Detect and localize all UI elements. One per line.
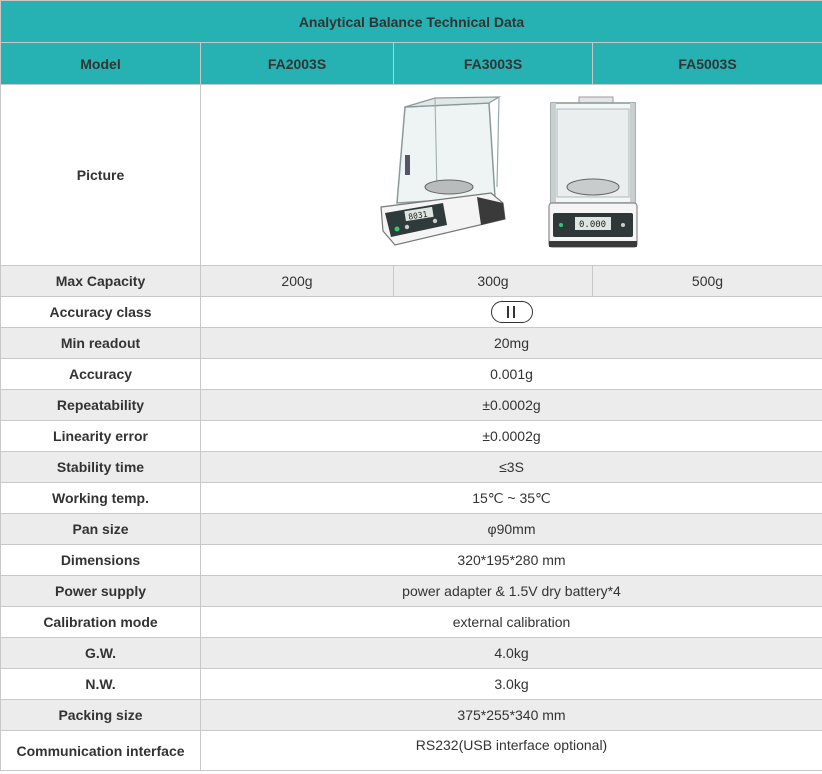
- dimensions-label: Dimensions: [0, 544, 201, 576]
- min-readout-value: 20mg: [199, 327, 822, 359]
- row-accuracy-class: Accuracy class: [0, 296, 822, 328]
- model-fa2003s: FA2003S: [200, 42, 394, 85]
- repeatability-value: ±0.0002g: [199, 389, 822, 421]
- calibration-label: Calibration mode: [0, 606, 201, 638]
- row-pan-size: Pan size φ90mm: [0, 513, 822, 545]
- row-packing-size: Packing size 375*255*340 mm: [0, 699, 822, 731]
- power-supply-value: power adapter & 1.5V dry battery*4: [199, 575, 822, 607]
- gw-label: G.W.: [0, 637, 201, 669]
- packing-size-value: 375*255*340 mm: [199, 699, 822, 731]
- balance-image-left: 8031: [379, 96, 506, 246]
- row-accuracy: Accuracy 0.001g: [0, 358, 822, 390]
- max-capacity-fa5003s: 500g: [591, 265, 822, 297]
- accuracy-value: 0.001g: [199, 358, 822, 390]
- header-row: Model FA2003S FA3003S FA5003S: [0, 42, 822, 85]
- linearity-value: ±0.0002g: [199, 420, 822, 452]
- accuracy-class-label: Accuracy class: [0, 296, 201, 328]
- row-nw: N.W. 3.0kg: [0, 668, 822, 700]
- class-II-icon: [490, 301, 533, 323]
- max-capacity-label: Max Capacity: [0, 265, 201, 297]
- accuracy-class-value: [199, 296, 822, 328]
- svg-text:0.000: 0.000: [579, 220, 606, 230]
- stability-value: ≤3S: [199, 451, 822, 483]
- spec-table: Analytical Balance Technical Data Model …: [0, 0, 822, 771]
- repeatability-label: Repeatability: [0, 389, 201, 421]
- title-row: Analytical Balance Technical Data: [0, 0, 822, 43]
- linearity-label: Linearity error: [0, 420, 201, 452]
- nw-label: N.W.: [0, 668, 201, 700]
- dimensions-value: 320*195*280 mm: [199, 544, 822, 576]
- gw-value: 4.0kg: [199, 637, 822, 669]
- communication-value: RS232(USB interface optional): [199, 730, 822, 771]
- model-fa5003s: FA5003S: [591, 42, 822, 85]
- row-max-capacity: Max Capacity 200g 300g 500g: [0, 265, 822, 297]
- row-power-supply: Power supply power adapter & 1.5V dry ba…: [0, 575, 822, 607]
- table-title: Analytical Balance Technical Data: [0, 0, 822, 43]
- row-linearity: Linearity error ±0.0002g: [0, 420, 822, 452]
- calibration-value: external calibration: [199, 606, 822, 638]
- model-header: Model: [0, 42, 201, 85]
- pan-size-value: φ90mm: [199, 513, 822, 545]
- picture-row: Picture 8031 0.000: [0, 84, 822, 266]
- picture-label: Picture: [0, 84, 201, 266]
- min-readout-label: Min readout: [0, 327, 201, 359]
- stability-label: Stability time: [0, 451, 201, 483]
- pan-size-label: Pan size: [0, 513, 201, 545]
- row-repeatability: Repeatability ±0.0002g: [0, 389, 822, 421]
- picture-cell: 8031 0.000: [199, 84, 822, 266]
- max-capacity-fa2003s: 200g: [200, 265, 394, 297]
- row-calibration: Calibration mode external calibration: [0, 606, 822, 638]
- model-fa3003s: FA3003S: [393, 42, 593, 85]
- max-capacity-fa3003s: 300g: [393, 265, 593, 297]
- packing-size-label: Packing size: [0, 699, 201, 731]
- communication-label: Communication interface: [0, 730, 201, 771]
- accuracy-label: Accuracy: [0, 358, 201, 390]
- row-gw: G.W. 4.0kg: [0, 637, 822, 669]
- row-dimensions: Dimensions 320*195*280 mm: [0, 544, 822, 576]
- balance-image-right: 0.000: [547, 96, 638, 248]
- working-temp-value: 15℃ ~ 35℃: [199, 482, 822, 514]
- power-supply-label: Power supply: [0, 575, 201, 607]
- row-communication: Communication interface RS232(USB interf…: [0, 730, 822, 771]
- row-min-readout: Min readout 20mg: [0, 327, 822, 359]
- row-working-temp: Working temp. 15℃ ~ 35℃: [0, 482, 822, 514]
- working-temp-label: Working temp.: [0, 482, 201, 514]
- nw-value: 3.0kg: [199, 668, 822, 700]
- row-stability: Stability time ≤3S: [0, 451, 822, 483]
